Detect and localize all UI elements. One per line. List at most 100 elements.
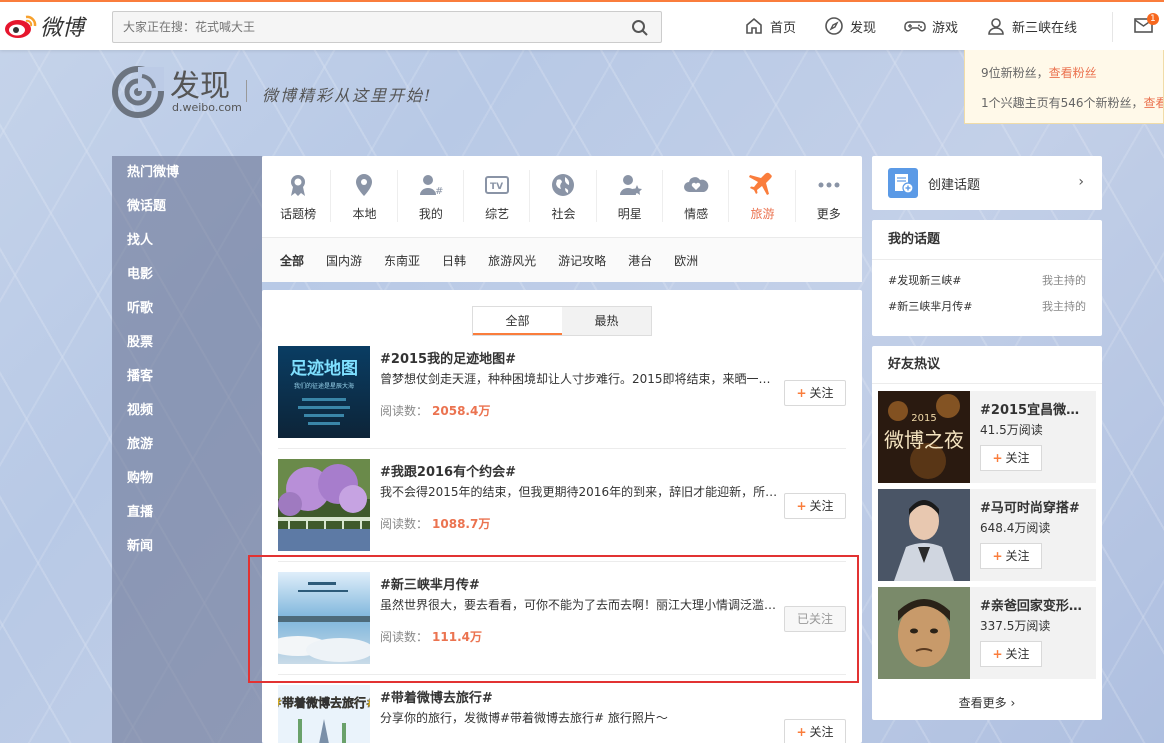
sidebar-item-find-people[interactable]: 找人 xyxy=(112,224,262,258)
category-mine[interactable]: # 我的 xyxy=(398,156,464,237)
nav-games[interactable]: 游戏 xyxy=(904,16,958,36)
category-local[interactable]: 本地 xyxy=(331,156,398,237)
friend-topic-thumbnail[interactable] xyxy=(878,587,970,679)
nav-discover[interactable]: 发现 xyxy=(824,16,876,36)
user-icon xyxy=(988,18,1004,35)
my-topic-row[interactable]: #发现新三峡# 我主持的 xyxy=(872,268,1102,294)
topic-description: 曾梦想仗剑走天涯，种种困境却让人寸步难行。2015即将结束，来晒一下你2015年… xyxy=(380,372,780,386)
friends-discussion-card: 好友热议 2015 微博之夜 #2015宜昌微博之夜# 41.5万阅读 +关注 … xyxy=(872,346,1102,720)
mail-button[interactable]: 1 xyxy=(1134,13,1159,37)
follow-label: 关注 xyxy=(1005,647,1030,661)
category-label: 更多 xyxy=(816,207,841,221)
topic-thumbnail[interactable] xyxy=(278,459,370,551)
category-more[interactable]: 更多 xyxy=(796,156,862,237)
category-ranking[interactable]: 话题榜 xyxy=(265,156,332,237)
tab-hottest[interactable]: 最热 xyxy=(562,307,651,335)
friend-topic-item[interactable]: #马可时尚穿搭# 648.4万阅读 + 关注 xyxy=(878,489,1096,581)
topic-item[interactable]: #带着微博去旅行# #带着微博去旅行# 分享你的旅行，发微博#带着微博去旅行# … xyxy=(278,685,846,743)
divider xyxy=(278,561,846,562)
sidebar-item-news[interactable]: 新闻 xyxy=(112,530,262,564)
category-variety[interactable]: TV 综艺 xyxy=(464,156,531,237)
my-topic-row[interactable]: #新三峡芈月传# 我主持的 xyxy=(872,294,1102,320)
sidebar-item-video[interactable]: 视频 xyxy=(112,394,262,428)
follow-button[interactable]: + 关注 xyxy=(980,543,1042,569)
category-society[interactable]: 社会 xyxy=(530,156,597,237)
sidebar-item-stocks[interactable]: 股票 xyxy=(112,326,262,360)
main-nav: 首页 发现 游戏 新三峡在线 xyxy=(744,16,1105,36)
subcat-domestic[interactable]: 国内游 xyxy=(326,252,362,269)
subcat-japan-korea[interactable]: 日韩 xyxy=(442,252,466,269)
follow-button[interactable]: + 关注 xyxy=(784,493,846,519)
search-input[interactable] xyxy=(113,12,613,42)
topic-title[interactable]: #带着微博去旅行# xyxy=(380,687,493,706)
tab-all[interactable]: 全部 xyxy=(473,307,562,335)
subcategory-bar: 全部 国内游 东南亚 日韩 旅游风光 游记攻略 港台 欧洲 xyxy=(262,238,862,282)
sidebar-item-topics[interactable]: 微话题 xyxy=(112,190,262,224)
friend-topic-thumbnail[interactable]: 2015 微博之夜 xyxy=(878,391,970,483)
subcat-hk-taiwan[interactable]: 港台 xyxy=(628,252,652,269)
reads-count: 111.4万 xyxy=(432,630,482,644)
friend-topic-title[interactable]: #亲爸回家变形记# xyxy=(980,595,1092,614)
create-topic-card[interactable]: 创建话题 › xyxy=(872,156,1102,210)
topic-item-highlighted[interactable]: #新三峡芈月传# 虽然世界很大，要去看看，可你不能为了去而去啊！丽江大理小情调泛… xyxy=(278,572,846,664)
view-more-link[interactable]: 查看更多 › xyxy=(872,694,1102,711)
follow-button[interactable]: + 关注 xyxy=(784,380,846,406)
view-interest-link[interactable]: 查看 xyxy=(1144,96,1163,110)
nav-profile[interactable]: 新三峡在线 xyxy=(986,16,1077,36)
category-label: 综艺 xyxy=(485,207,510,221)
topic-thumbnail[interactable]: #带着微博去旅行# xyxy=(278,685,370,743)
medal-icon xyxy=(291,175,306,196)
view-fans-link[interactable]: 查看粉丝 xyxy=(1049,66,1097,80)
topic-title[interactable]: #我跟2016有个约会# xyxy=(380,461,516,480)
category-label: 情感 xyxy=(684,207,709,221)
friend-topic-reads: 41.5万阅读 xyxy=(980,423,1043,437)
reads-count: 1088.7万 xyxy=(432,517,491,531)
friend-topic-thumbnail[interactable] xyxy=(878,489,970,581)
topic-item[interactable]: #我跟2016有个约会# 我不会得2015年的结束，但我更期待2016年的到来，… xyxy=(278,459,846,551)
sidebar-item-movies[interactable]: 电影 xyxy=(112,258,262,292)
subcat-all[interactable]: 全部 xyxy=(280,252,304,269)
topic-thumbnail[interactable]: 足迹地图 我们的征途是星辰大海 xyxy=(278,346,370,438)
topic-title[interactable]: #2015我的足迹地图# xyxy=(380,348,516,367)
divider xyxy=(278,674,846,675)
subcat-travel-guide[interactable]: 游记攻略 xyxy=(558,252,606,269)
friend-topic-title[interactable]: #2015宜昌微博之夜# xyxy=(980,399,1092,418)
topic-reads: 阅读数： 1088.7万 xyxy=(380,515,490,532)
sidebar-item-travel[interactable]: 旅游 xyxy=(112,428,262,462)
subcat-scenery[interactable]: 旅游风光 xyxy=(488,252,536,269)
topic-item[interactable]: 足迹地图 我们的征途是星辰大海 #2015我的足迹地图# 曾梦想仗剑走天涯，种种… xyxy=(278,346,846,438)
follow-button[interactable]: + 关注 xyxy=(980,641,1042,667)
friend-topic-title[interactable]: #马可时尚穿搭# xyxy=(980,497,1092,516)
nav-home[interactable]: 首页 xyxy=(744,16,796,36)
sidebar-item-music[interactable]: 听歌 xyxy=(112,292,262,326)
friend-topic-item[interactable]: 2015 微博之夜 #2015宜昌微博之夜# 41.5万阅读 +关注 xyxy=(878,391,1096,483)
friend-topic-reads: 337.5万阅读 xyxy=(980,619,1051,633)
topic-reads: 阅读数： 2058.4万 xyxy=(380,402,490,419)
sidebar-item-shopping[interactable]: 购物 xyxy=(112,462,262,496)
my-topic-name[interactable]: #新三峡芈月传# xyxy=(888,294,972,320)
category-emotion[interactable]: 情感 xyxy=(663,156,730,237)
sidebar-item-live[interactable]: 直播 xyxy=(112,496,262,530)
topic-thumbnail[interactable] xyxy=(278,572,370,664)
followed-button[interactable]: 已关注 xyxy=(784,606,846,632)
follow-button[interactable]: + 关注 xyxy=(784,719,846,743)
thumb-title-text: 微博之夜 xyxy=(884,428,964,452)
subcat-southeast-asia[interactable]: 东南亚 xyxy=(384,252,420,269)
weibo-logo[interactable]: 微博 xyxy=(4,10,84,42)
friend-topic-reads: 648.4万阅读 xyxy=(980,521,1051,535)
follow-button[interactable]: + 关注 xyxy=(980,445,1042,471)
plus-icon: + xyxy=(796,386,807,400)
sidebar-item-hot-weibo[interactable]: 热门微博 xyxy=(112,156,262,190)
sidebar-item-podcast[interactable]: 播客 xyxy=(112,360,262,394)
airplane-icon xyxy=(749,172,773,195)
friend-topic-item[interactable]: #亲爸回家变形记# 337.5万阅读 + 关注 xyxy=(878,587,1096,679)
discover-title: 发现 xyxy=(170,68,230,104)
my-topic-name[interactable]: #发现新三峡# xyxy=(888,268,961,294)
subcat-europe[interactable]: 欧洲 xyxy=(674,252,698,269)
category-stars[interactable]: 明星 xyxy=(597,156,663,237)
follow-label: 关注 xyxy=(809,386,834,400)
search-icon[interactable] xyxy=(631,19,649,40)
topic-title[interactable]: #新三峡芈月传# xyxy=(380,574,480,593)
thumb-title-text: #带着微博去旅行# xyxy=(278,695,370,710)
category-travel[interactable]: 旅游 xyxy=(729,156,796,237)
